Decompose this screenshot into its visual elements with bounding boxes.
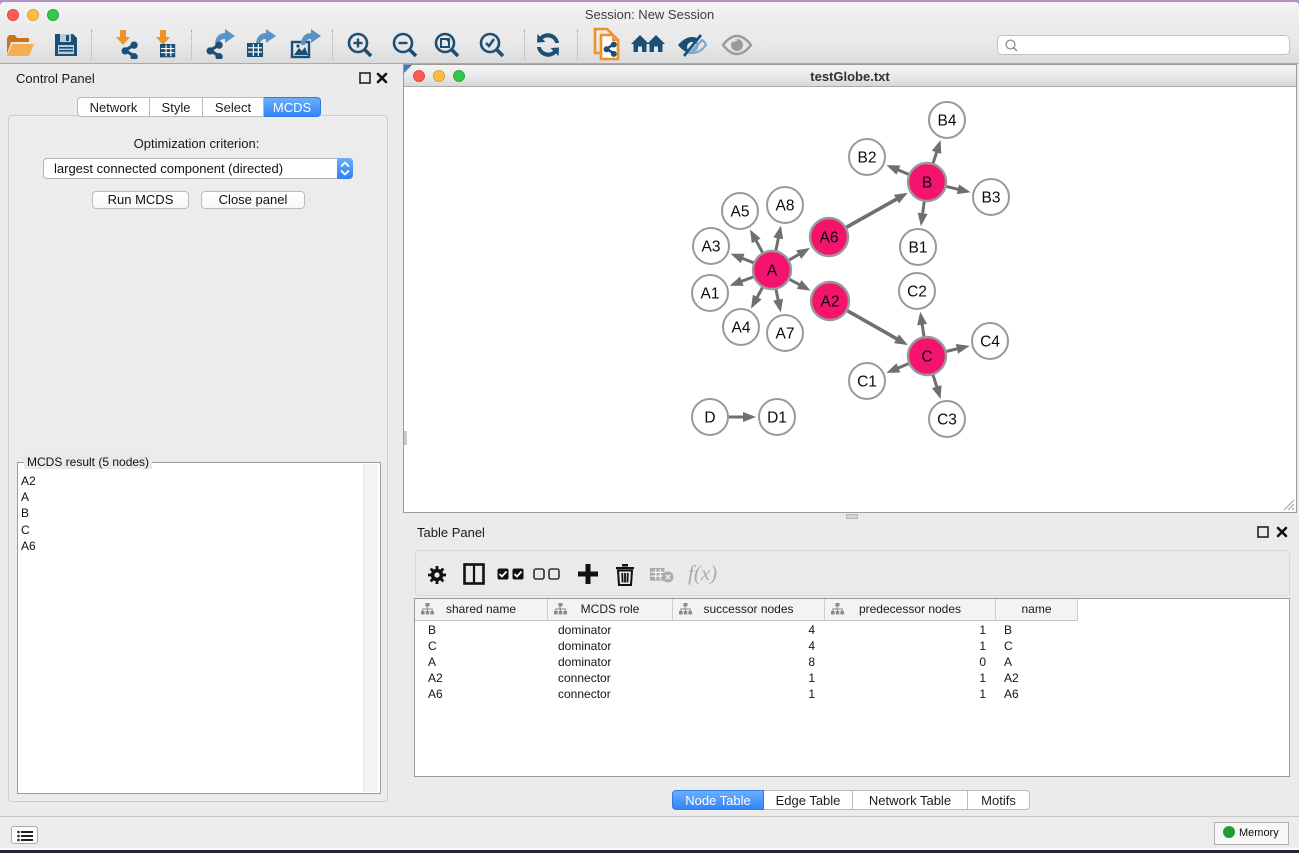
svg-text:C1: C1 (857, 374, 877, 391)
svg-text:A4: A4 (732, 320, 751, 337)
svg-text:D: D (704, 410, 715, 427)
svg-text:D1: D1 (767, 410, 787, 427)
svg-text:A7: A7 (776, 326, 795, 343)
svg-text:C4: C4 (980, 334, 1000, 351)
svg-text:A6: A6 (820, 230, 839, 247)
svg-text:C3: C3 (937, 412, 957, 429)
svg-text:C2: C2 (907, 284, 927, 301)
svg-text:B1: B1 (909, 240, 928, 257)
svg-text:A8: A8 (776, 198, 795, 215)
svg-text:B: B (922, 175, 932, 192)
svg-text:A: A (767, 263, 778, 280)
svg-text:B4: B4 (938, 113, 957, 130)
svg-text:C: C (921, 349, 932, 366)
svg-text:A1: A1 (701, 286, 720, 303)
svg-text:A3: A3 (702, 239, 721, 256)
svg-text:B2: B2 (858, 150, 877, 167)
svg-text:A2: A2 (821, 294, 840, 311)
svg-text:A5: A5 (731, 204, 750, 221)
svg-text:B3: B3 (982, 190, 1001, 207)
